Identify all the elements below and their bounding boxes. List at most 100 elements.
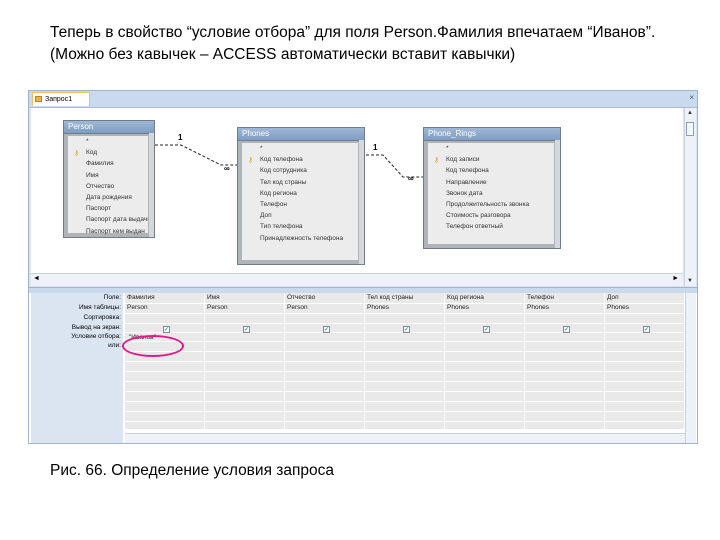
grid-table-cell[interactable]: Person [207,304,228,311]
grid-row-divider [125,381,685,382]
field-name: Тип телефона [260,223,303,231]
table-field[interactable]: * [428,143,554,154]
field-name: Телефон [260,201,287,209]
table-field[interactable]: Направление [428,177,554,188]
table-phone-rings[interactable]: Phone_Rings * ⚷ Код записи Код телефона Напр… [423,127,561,249]
grid-field-cell[interactable]: Фамилия [127,294,155,301]
field-list-scrollbar[interactable] [359,140,364,264]
grid-field-cell[interactable]: Доп [607,294,619,301]
table-field[interactable]: ⚷ Код [68,147,148,158]
table-field[interactable]: * [68,136,148,147]
grid-table-cell[interactable]: Phones [367,304,389,311]
table-field[interactable]: Имя [68,170,148,181]
field-name: * [446,145,449,152]
grid-column-divider [604,293,605,429]
grid-table-cell[interactable]: Phones [527,304,549,311]
table-field[interactable]: * [242,143,358,154]
field-name: Тел код страны [260,178,307,186]
field-list-scrollbar[interactable] [555,140,560,248]
grid-table-cell[interactable]: Person [287,304,308,311]
field-name: Код сотрудника [260,167,307,175]
show-checkbox[interactable]: ✓ [163,326,170,333]
table-field[interactable]: Доп [242,210,358,221]
tab-query1[interactable]: Запрос1 [32,92,90,106]
table-title[interactable]: Phones [238,128,364,141]
grid-field-cell[interactable]: Телефон [527,294,554,301]
field-list-scrollbar[interactable] [149,133,154,237]
scroll-left-icon[interactable]: ◄ [33,275,40,282]
diagram-vertical-scrollbar[interactable]: ▲ ▼ [684,108,696,286]
scroll-right-icon[interactable]: ► [672,275,679,282]
field-name: Фамилия [86,160,114,168]
table-field[interactable]: Код региона [242,188,358,199]
table-phones[interactable]: Phones * ⚷ Код телефона Код сотрудника Тел к… [237,127,365,265]
grid-field-cell[interactable]: Код региона [447,294,484,301]
grid-row-divider [125,421,685,422]
table-field[interactable]: Код телефона [428,165,554,176]
table-field[interactable]: Паспорт дата выдачи [68,214,148,225]
grid-table-cell[interactable]: Phones [447,304,469,311]
table-field[interactable]: Телефон [242,199,358,210]
grid-column-divider [524,293,525,429]
tab-label: Запрос1 [45,96,73,103]
table-field[interactable]: Звонок дата [428,188,554,199]
show-checkbox[interactable]: ✓ [403,326,410,333]
grid-field-cell[interactable]: Отчество [287,294,315,301]
grid-field-cell[interactable]: Имя [207,294,220,301]
grid-row-divider [125,371,685,372]
grid-row-label: или: [108,342,121,349]
diagram-horizontal-scrollbar[interactable]: ◄ ► [31,273,683,286]
primary-key-icon: ⚷ [434,157,440,165]
grid-vertical-scrollbar[interactable] [685,293,696,443]
primary-key-icon: ⚷ [248,157,254,165]
show-checkbox[interactable]: ✓ [643,326,650,333]
grid-table-cell[interactable]: Phones [607,304,629,311]
field-name: * [260,145,263,152]
table-title[interactable]: Person [64,121,154,134]
relation-many-label: ∞ [224,164,230,173]
table-field[interactable]: Фамилия [68,158,148,169]
table-title[interactable]: Phone_Rings [424,128,560,141]
grid-row-label: Имя таблицы: [78,304,121,311]
close-icon[interactable]: × [689,93,694,102]
grid-field-cell[interactable]: Тел код страны [367,294,413,301]
intro-text: Теперь в свойство “условие отбора” для п… [50,24,656,63]
table-field[interactable]: Дата рождения [68,192,148,203]
grid-row-divider [125,341,685,342]
table-field[interactable]: Продолжительность звонка [428,199,554,210]
criteria-highlight-ellipse [122,335,184,357]
table-field[interactable]: ⚷ Код записи [428,154,554,165]
grid-horizontal-scrollbar[interactable] [125,433,685,443]
table-diagram-pane: 1 ∞ 1 ∞ Person * ⚷ Код Фамилия Имя Отчество Да… [31,108,683,273]
table-field[interactable]: Паспорт [68,203,148,214]
query-design-grid: Поле: Имя таблицы: Сортировка: Вывод на экр… [29,293,697,443]
grid-table-cell[interactable]: Person [127,304,148,311]
show-checkbox[interactable]: ✓ [243,326,250,333]
field-name: Доп [260,212,272,220]
table-field[interactable]: Тел код страны [242,177,358,188]
table-field[interactable]: ⚷ Код телефона [242,154,358,165]
grid-row-divider [125,323,685,324]
field-name: Отчество [86,182,115,190]
scroll-thumb[interactable] [686,122,694,136]
grid-row-divider [125,391,685,392]
show-checkbox[interactable]: ✓ [563,326,570,333]
table-field[interactable]: Отчество [68,181,148,192]
field-list: * ⚷ Код телефона Код сотрудника Тел код стра… [242,143,358,260]
table-field[interactable]: Код сотрудника [242,165,358,176]
field-name: Код [86,149,98,157]
table-field[interactable]: Стоимость разговора [428,210,554,221]
scroll-down-icon[interactable]: ▼ [687,278,693,284]
table-field[interactable]: Телефон ответный [428,221,554,232]
table-field[interactable]: Принадлежность телефона [242,233,358,244]
table-field[interactable]: Тип телефона [242,221,358,232]
scroll-up-icon[interactable]: ▲ [687,110,693,116]
show-checkbox[interactable]: ✓ [483,326,490,333]
table-person[interactable]: Person * ⚷ Код Фамилия Имя Отчество Дата рожде… [63,120,155,238]
grid-row-label: Условие отбора: [71,333,121,340]
grid-row-divider [125,351,685,352]
table-field[interactable]: Паспорт кем выдан [68,226,148,237]
figure-caption: Рис. 66. Определение условия запроса [50,462,335,479]
show-checkbox[interactable]: ✓ [323,326,330,333]
field-name: * [86,138,89,145]
